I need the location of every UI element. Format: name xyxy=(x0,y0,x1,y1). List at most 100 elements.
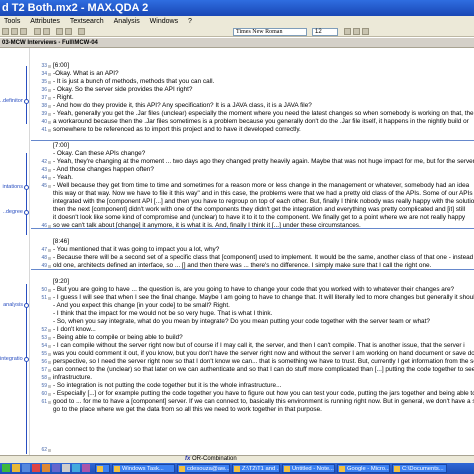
quicklaunch-icon[interactable] xyxy=(72,464,80,472)
toolbar-icon[interactable] xyxy=(65,28,72,35)
text-line[interactable]: infrastructure. xyxy=(53,374,474,382)
menu-windows[interactable]: Windows xyxy=(150,18,178,25)
text-line[interactable]: then the next [component] didn't work wi… xyxy=(53,206,474,214)
menu-tools[interactable]: Tools xyxy=(4,18,20,25)
code-label[interactable]: analysis xyxy=(0,302,23,308)
toolbar-icon[interactable] xyxy=(11,28,18,35)
font-name-select[interactable]: Times New Roman xyxy=(233,28,307,36)
paragraph-marker-icon xyxy=(48,249,51,252)
text-line[interactable]: can connect to the (unclear) so that lat… xyxy=(53,366,474,374)
text-line[interactable]: - You mentioned that it was going to imp… xyxy=(53,246,474,254)
text-line[interactable]: [7:00] xyxy=(53,142,474,150)
taskbar-button[interactable]: cdesouza@aw... xyxy=(177,464,230,473)
text-line[interactable]: - So, when you say integrate, what do yo… xyxy=(53,318,474,326)
text-line[interactable]: - Okay. Can these APIs change? xyxy=(53,150,474,158)
text-line[interactable]: [8:46] xyxy=(53,238,474,246)
toolbar-icon[interactable] xyxy=(20,28,27,35)
toolbar-icon[interactable] xyxy=(78,28,85,35)
quicklaunch-icon[interactable] xyxy=(12,464,20,472)
text-line[interactable]: - So integration is not putting the code… xyxy=(53,382,474,390)
text-line[interactable]: was you could comment it out, if you kno… xyxy=(53,350,474,358)
menu-help[interactable]: ? xyxy=(188,18,192,25)
text-line[interactable]: [6:00] xyxy=(53,62,474,70)
line-number: 38 xyxy=(41,103,47,109)
bold-icon[interactable] xyxy=(344,28,351,35)
italic-icon[interactable] xyxy=(353,28,360,35)
text-line[interactable]: a workaround because then the .Jar files… xyxy=(53,118,474,126)
font-size-select[interactable]: 12 xyxy=(312,28,338,36)
text-line[interactable]: - And those changes happen often? xyxy=(53,166,474,174)
code-node-icon[interactable] xyxy=(24,99,29,104)
quicklaunch-icon[interactable] xyxy=(42,464,50,472)
taskbar-button[interactable]: C:\Documents... xyxy=(392,464,447,473)
text-line[interactable]: this way or that way. Now we have to fil… xyxy=(53,190,474,198)
text-line[interactable]: - And you expect this change [in your co… xyxy=(53,302,474,310)
quicklaunch-icon[interactable] xyxy=(62,464,70,472)
paragraph-marker-icon xyxy=(48,129,51,132)
toolbar-icon[interactable] xyxy=(34,28,41,35)
code-label[interactable]: integration xyxy=(0,356,23,362)
code-node-icon[interactable] xyxy=(24,210,29,215)
document-title: 03-MCW Interviews - Full\MCW-04 xyxy=(0,38,474,48)
code-bracket[interactable] xyxy=(26,66,27,124)
menu-analysis[interactable]: Analysis xyxy=(114,18,140,25)
text-line[interactable]: - But you are going to have ... the ques… xyxy=(53,286,474,294)
quicklaunch-icon[interactable] xyxy=(82,464,90,472)
code-node-icon[interactable] xyxy=(24,303,29,308)
text-line[interactable]: good to ... for me to have a [component]… xyxy=(53,398,474,406)
text-line[interactable]: - And how do they provide it, this API? … xyxy=(53,102,474,110)
text-line[interactable]: - Yeah, they're changing at the moment .… xyxy=(53,158,474,166)
text-line[interactable]: - Because there will be a second set of … xyxy=(53,254,474,262)
code-label[interactable]: ..definiton xyxy=(0,98,23,104)
text-line[interactable]: - Okay. So the server side provides the … xyxy=(53,86,474,94)
toolbar-icon[interactable] xyxy=(56,28,63,35)
status-combination-label: OR-Combination xyxy=(192,456,237,462)
text-line[interactable]: perspective, so I need the server right … xyxy=(53,358,474,366)
text-line[interactable]: [9:20] xyxy=(53,278,474,286)
paragraph-marker-icon xyxy=(48,65,51,68)
code-bracket[interactable] xyxy=(26,284,27,454)
app-icon xyxy=(234,466,240,472)
text-line[interactable]: - Well because they get from time to tim… xyxy=(53,182,474,190)
text-line[interactable]: - Being able to compile or being able to… xyxy=(53,334,474,342)
text-line[interactable]: -Okay. What is an API? xyxy=(53,70,474,78)
text-line[interactable]: - Right. xyxy=(53,94,474,102)
taskbar-button[interactable]: Z:\T2\T1 and ... xyxy=(232,464,280,473)
taskbar-button[interactable] xyxy=(95,464,110,473)
quicklaunch-icon[interactable] xyxy=(22,464,30,472)
quicklaunch-icon[interactable] xyxy=(32,464,40,472)
code-node-icon[interactable] xyxy=(24,357,29,362)
code-node-icon[interactable] xyxy=(24,185,29,190)
text-line[interactable]: - I can compile without the server right… xyxy=(53,342,474,350)
document-text-area[interactable]: [6:00] -Okay. What is an API? - It is just… xyxy=(53,48,474,455)
text-line[interactable]: go to the place where we get the data fr… xyxy=(53,406,474,414)
text-line[interactable]: integrated with the [component API [...]… xyxy=(53,198,474,206)
text-line[interactable]: it doesn't look like some kind of compro… xyxy=(53,214,474,222)
taskbar-button[interactable]: Untitled - Note... xyxy=(282,464,335,473)
start-icon[interactable] xyxy=(2,464,10,472)
taskbar-button[interactable]: Google - Micro... xyxy=(337,464,390,473)
toolbar-icon[interactable] xyxy=(43,28,50,35)
app-icon xyxy=(339,466,345,472)
underline-icon[interactable] xyxy=(362,28,369,35)
text-line[interactable]: - Yeah, generally you get the .Jar files… xyxy=(53,110,474,118)
line-number: 44 xyxy=(41,175,47,181)
code-stripe-panel: ..definiton intations ..degree analysis … xyxy=(0,48,30,455)
line-number: 51 xyxy=(41,295,47,301)
code-label[interactable]: intations xyxy=(0,184,24,190)
toolbar-icon[interactable] xyxy=(2,28,9,35)
text-line[interactable]: - I don't know... xyxy=(53,326,474,334)
code-label[interactable]: ..degree xyxy=(0,209,23,215)
menu-attributes[interactable]: Attributes xyxy=(30,18,60,25)
text-line[interactable]: - Especially [...] or for example puttin… xyxy=(53,390,474,398)
taskbar-button[interactable]: Windows Task... xyxy=(112,464,175,473)
menu-textsearch[interactable]: Textsearch xyxy=(70,18,104,25)
text-line[interactable]: - I guess I will see that when I see the… xyxy=(53,294,474,302)
text-line[interactable]: - Yeah. xyxy=(53,174,474,182)
paragraph-marker-icon xyxy=(48,89,51,92)
quicklaunch-icon[interactable] xyxy=(52,464,60,472)
text-line[interactable]: - I think that the impact for me would n… xyxy=(53,310,474,318)
code-bracket[interactable] xyxy=(26,153,27,235)
text-line[interactable]: - It is just a bunch of methods, methods… xyxy=(53,78,474,86)
text-line[interactable]: somewhere to be referenced as to import … xyxy=(53,126,474,134)
